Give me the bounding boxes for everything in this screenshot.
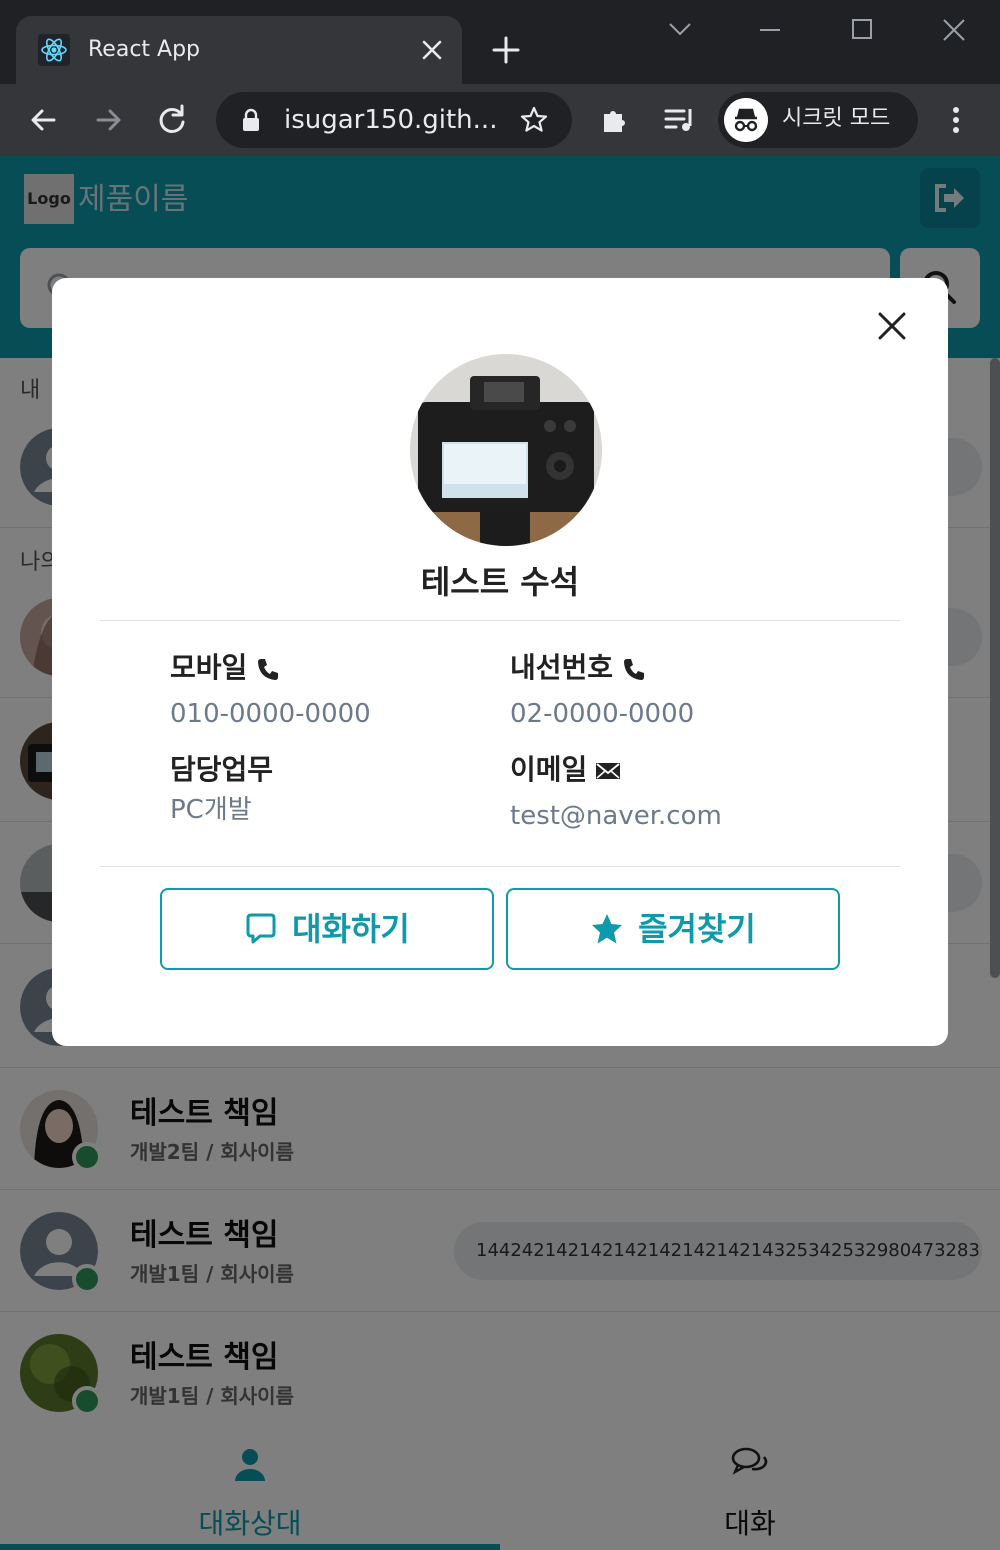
menu-kebab-icon[interactable] [936,100,976,140]
duty-label: 담당업무 [170,753,274,786]
close-tab-icon[interactable] [416,34,448,66]
new-tab-icon[interactable] [488,32,524,68]
browser-tabstrip: React App [0,0,1000,84]
tab-search-icon[interactable] [662,14,698,46]
browser-toolbar: isugar150.gith... 시크릿 모드 [0,84,1000,156]
reload-icon[interactable] [152,100,192,140]
chat-button-label: 대화하기 [292,910,410,948]
address-bar[interactable]: isugar150.gith... [216,92,572,148]
minimize-icon[interactable] [752,14,788,46]
extension-label-text: 내선번호 [510,651,614,684]
divider [100,866,900,867]
mobile-label-text: 모바일 [170,651,248,684]
tab-title: React App [88,37,201,62]
envelope-icon [596,763,621,779]
email-value[interactable]: test@naver.com [510,798,722,834]
incognito-label: 시크릿 모드 [782,106,891,131]
window-close-icon[interactable] [936,14,972,46]
profile-modal: 테스트 수석 모바일 010-0000-0000 내선번호 02-0000-00… [52,278,948,1046]
lock-icon [243,108,259,131]
incognito-icon [724,98,768,142]
maximize-icon[interactable] [844,14,880,46]
chat-bubble-icon [246,913,276,944]
extensions-icon[interactable] [596,100,636,140]
chat-button[interactable]: 대화하기 [160,888,494,970]
favorite-button[interactable]: 즐겨찾기 [506,888,840,970]
url-text: isugar150.gith... [284,105,498,135]
extension-label: 내선번호 [510,648,647,688]
mobile-label: 모바일 [170,648,281,688]
phone-icon [258,659,279,680]
forward-icon[interactable] [88,100,128,140]
mobile-value[interactable]: 010-0000-0000 [170,696,371,732]
camera-photo [410,354,602,546]
profile-name: 테스트 수석 [420,563,580,601]
reading-list-icon[interactable] [660,100,700,140]
react-icon [38,34,70,66]
back-icon[interactable] [24,100,64,140]
star-icon [592,914,623,944]
email-label-text: 이메일 [510,753,588,786]
close-icon[interactable] [876,310,908,342]
divider [100,620,900,621]
profile-photo [410,354,602,546]
bookmark-star-icon[interactable] [518,104,550,136]
incognito-badge[interactable]: 시크릿 모드 [718,92,918,148]
favorite-button-label: 즐겨찾기 [638,910,756,948]
browser-tab[interactable]: React App [16,16,462,84]
email-label: 이메일 [510,750,621,790]
duty-value: PC개발 [170,795,252,825]
extension-value[interactable]: 02-0000-0000 [510,696,694,732]
phone-icon [624,659,645,680]
